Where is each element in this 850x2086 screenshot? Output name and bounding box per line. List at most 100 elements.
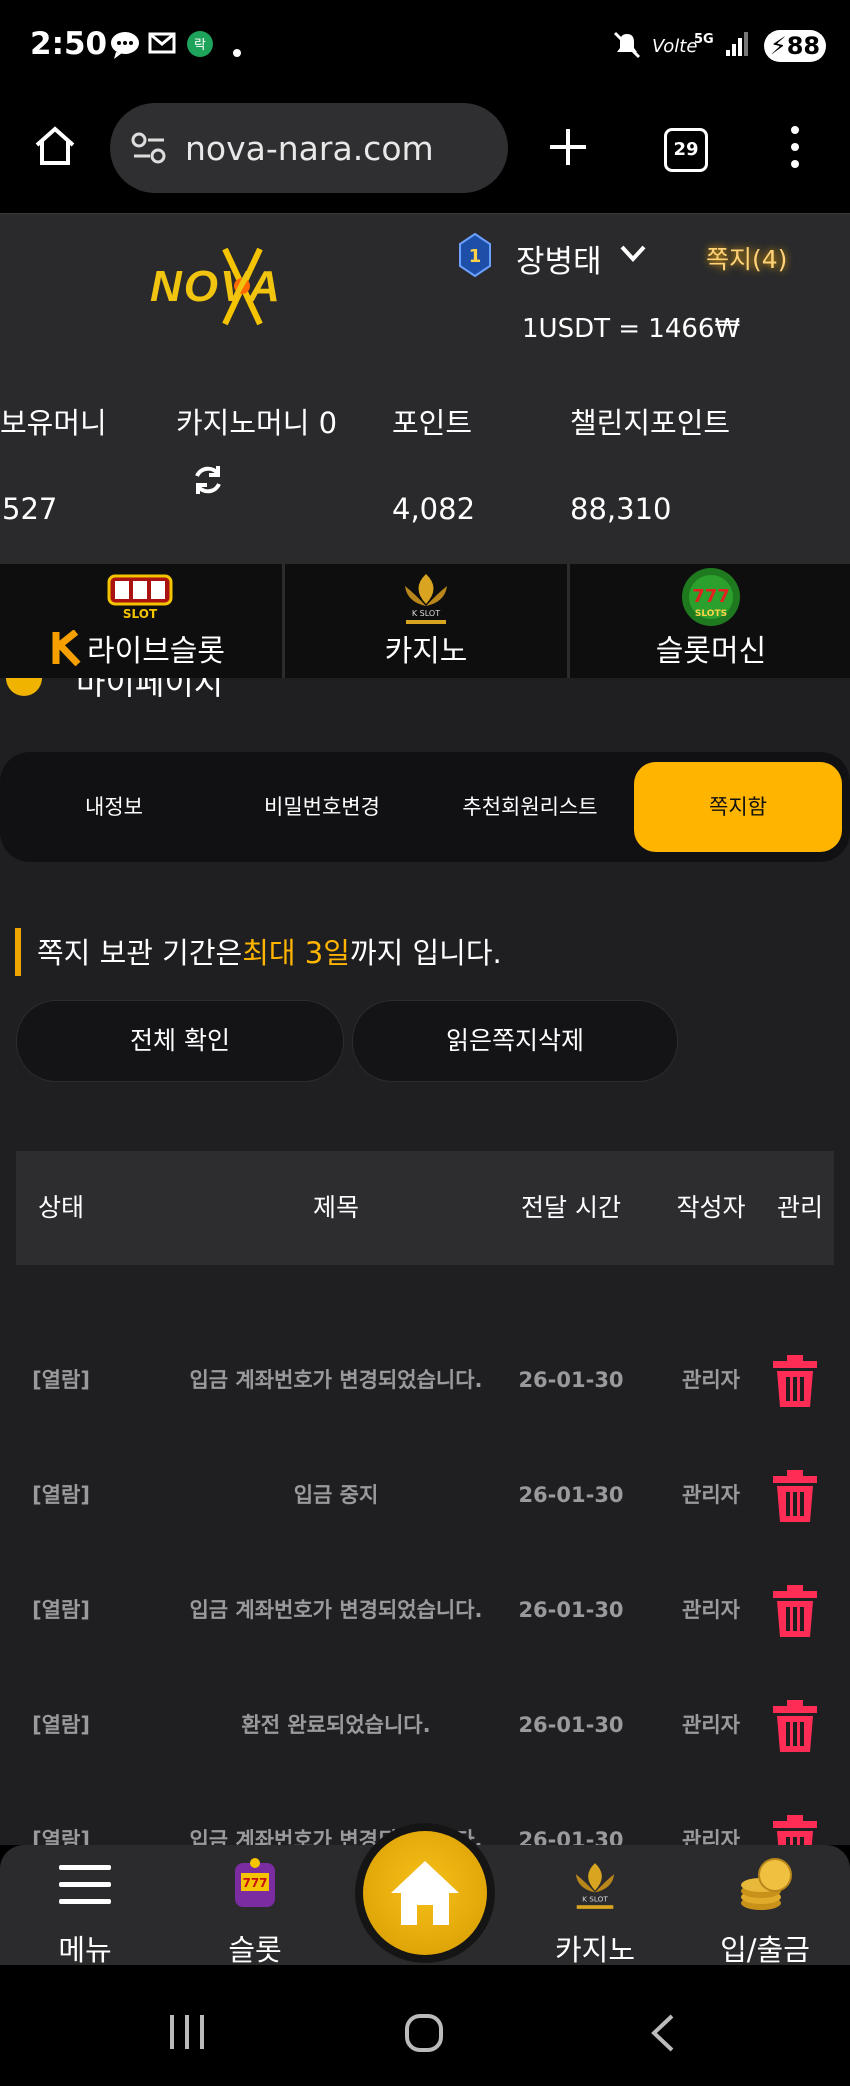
status-bar: 2:50 락 Volte 5G ⚡88 [0,0,850,95]
notice-suffix: 까지 입니다. [349,936,502,970]
row-author: 관리자 [682,1368,740,1392]
trash-icon[interactable] [773,1355,817,1407]
home-icon[interactable] [32,123,78,173]
row-status: [열람] [32,1483,90,1507]
stat-label-casino-money: 카지노머니 0 [176,406,338,440]
row-title[interactable]: 입금 계좌번호가 변경되었습니다. [126,1553,546,1668]
title-icon [2,678,46,700]
exchange-rate: 1USDT = 1466₩ [522,314,741,344]
notice-prefix: 쪽지 보관 기간은 [37,936,243,970]
row-date: 26-01-30 [518,1598,624,1622]
777-slots-icon: 777 SLOTS [680,566,742,632]
bottom-nav: 메뉴 777 슬롯 K SLOT 카지노 입/출금 [0,1823,850,2086]
recent-apps-icon[interactable] [168,2015,206,2053]
home-button-face [363,1831,487,1955]
trash-icon[interactable] [773,1585,817,1637]
table-row[interactable]: [열람] 입금 계좌번호가 변경되었습니다. 26-01-30 관리자 [16,1323,834,1438]
svg-text:락: 락 [194,38,206,53]
volte-icon: Volte [652,36,698,57]
retention-notice: 쪽지 보관 기간은최대 3일까지 입니다. [37,930,502,972]
delete-read-button[interactable]: 읽은쪽지삭제 [352,1000,678,1082]
game-category-nav: SLOT 라이브슬롯 K SLOT 카지노 777 SLOTS 슬롯머신 [0,564,850,678]
tab-my-info[interactable]: 내정보 [10,762,218,852]
tab-messages[interactable]: 쪽지함 [634,762,842,852]
table-row[interactable]: [열람] 환전 완료되었습니다. 26-01-30 관리자 [16,1668,834,1783]
trash-icon[interactable] [773,1700,817,1752]
page-title: 마이페이지 [76,678,224,700]
bottom-nav-label: 입/출금 [720,1933,810,1967]
username[interactable]: 장병태 [516,236,602,281]
table-row[interactable]: [열람] 입금 계좌번호가 변경되었습니다. 26-01-30 관리자 [16,1553,834,1668]
k-slot-icon: K SLOT [563,1859,627,1917]
more-options-icon[interactable] [790,125,800,173]
tab-referral-list[interactable]: 추천회원리스트 [426,762,634,852]
tab-switcher-button[interactable]: 29 [664,128,708,172]
new-tab-icon[interactable] [548,127,588,171]
row-date: 26-01-30 [518,1713,624,1737]
status-time: 2:50 [30,26,108,62]
site-header: NOVA 1 장병태 쪽지(4) 1USDT = 1466₩ 보유머니 카지노머… [0,214,850,564]
row-status: [열람] [32,1368,90,1392]
dot-icon [232,36,242,66]
mute-icon [612,30,642,60]
row-title[interactable]: 환전 완료되었습니다. [126,1668,546,1783]
confirm-all-button[interactable]: 전체 확인 [16,1000,344,1082]
level-badge-icon: 1 [458,232,492,282]
page-title-row: 마이페이지 [0,678,850,700]
network-icon: 5G [694,32,714,47]
row-title[interactable]: 입금 계좌번호가 변경되었습니다. [126,1323,546,1438]
coins-icon [735,1855,795,1919]
slot-machine-icon: 777 [231,1857,279,1915]
bottom-nav-label: 카지노 [554,1933,636,1967]
refresh-icon[interactable] [190,462,226,502]
row-status: [열람] [32,1598,90,1622]
game-nav-slot-machine[interactable]: 777 SLOTS 슬롯머신 [570,564,850,678]
logo-text: NOVA [150,262,282,311]
game-nav-casino[interactable]: K SLOT 카지노 [285,564,567,678]
svg-text:K SLOT: K SLOT [412,609,440,618]
stat-label-challenge-points: 챌린지포인트 [570,406,731,440]
tab-change-password[interactable]: 비밀번호변경 [218,762,426,852]
chevron-down-icon[interactable] [618,238,648,272]
row-date: 26-01-30 [518,1483,624,1507]
col-manage: 관리 [776,1193,823,1222]
mypage-tabs: 내정보 비밀번호변경 추천회원리스트 쪽지함 [0,752,850,862]
bottom-nav-label: 메뉴 [58,1933,112,1967]
svg-text:777: 777 [692,586,730,607]
table-header: 상태 제목 전달 시간 작성자 관리 [16,1151,834,1265]
stat-value-money: 527 [2,492,58,526]
svg-text:1: 1 [469,246,482,267]
table-row[interactable]: [열람] 입금 중지 26-01-30 관리자 [16,1438,834,1553]
game-nav-live-slot[interactable]: SLOT 라이브슬롯 [0,564,282,678]
chat-notification-icon [110,30,140,60]
messages-link[interactable]: 쪽지(4) [706,240,787,276]
back-icon[interactable] [648,2013,676,2057]
bottom-nav-label: 슬롯 [228,1933,282,1967]
stat-label-money: 보유머니 [0,406,107,440]
svg-text:SLOTS: SLOTS [695,609,727,619]
live-slot-icon: SLOT [105,572,175,626]
site-settings-icon[interactable] [130,131,168,169]
stat-value-points: 4,082 [392,492,476,526]
game-nav-label: 슬롯머신 [655,634,767,669]
url-text: nova-nara.com [185,129,434,168]
col-author: 작성자 [676,1193,746,1222]
signal-icon [724,30,750,60]
address-bar[interactable]: nova-nara.com [110,103,508,193]
svg-text:SLOT: SLOT [123,607,158,621]
game-nav-label: 라이브슬롯 [87,634,225,669]
col-status: 상태 [37,1193,84,1222]
col-title: 제목 [312,1193,359,1222]
svg-text:K SLOT: K SLOT [582,1895,608,1904]
home-button[interactable] [355,1823,495,1963]
row-author: 관리자 [682,1713,740,1737]
trash-icon[interactable] [773,1470,817,1522]
notice-highlight: 최대 3일 [242,936,350,970]
row-date: 26-01-30 [518,1368,624,1392]
app-notification-icon: 락 [186,30,214,60]
browser-toolbar: nova-nara.com 29 [0,95,850,215]
stat-label-points: 포인트 [392,406,473,440]
system-home-icon[interactable] [404,2013,444,2057]
svg-text:777: 777 [242,1876,267,1890]
row-title[interactable]: 입금 중지 [126,1438,546,1553]
